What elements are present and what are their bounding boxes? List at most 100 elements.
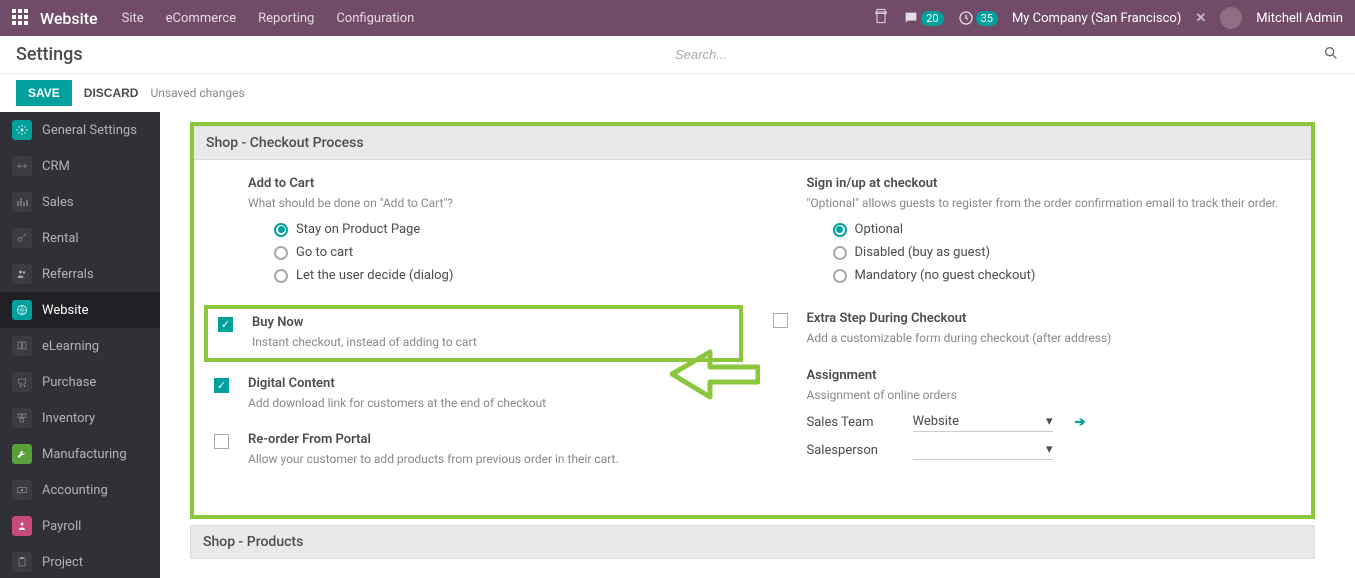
setting-digital: Digital Content Add download link for cu… [214, 376, 733, 412]
sidebar-item-label: eLearning [42, 339, 99, 354]
control-panel: Settings [0, 36, 1355, 74]
setting-title: Assignment [807, 368, 1292, 383]
checkbox-digital[interactable] [214, 378, 229, 393]
boxes-icon [12, 408, 32, 428]
setting-desc: Instant checkout, instead of adding to c… [252, 334, 729, 351]
sidebar-item-label: Inventory [42, 411, 95, 426]
highlighted-buy-now: Buy Now Instant checkout, instead of add… [204, 305, 743, 361]
sidebar-item-sales[interactable]: Sales [0, 184, 160, 220]
chart-icon [12, 192, 32, 212]
nav-menu: Site eCommerce Reporting Configuration [122, 11, 415, 26]
sidebar-item-referrals[interactable]: Referrals [0, 256, 160, 292]
page-title: Settings [16, 44, 83, 65]
sidebar-item-label: Sales [42, 195, 74, 210]
sidebar-item-website[interactable]: Website [0, 292, 160, 328]
sidebar-item-label: Website [42, 303, 89, 318]
setting-desc: Allow your customer to add products from… [248, 451, 733, 468]
radio-optional[interactable]: Optional [833, 222, 1292, 237]
payroll-icon [12, 516, 32, 536]
checkbox-extra-step[interactable] [773, 313, 788, 328]
sales-team-label: Sales Team [807, 415, 897, 430]
user-name[interactable]: Mitchell Admin [1256, 11, 1343, 26]
setting-signin: Sign in/up at checkout "Optional" allows… [773, 176, 1292, 291]
setting-reorder: Re-order From Portal Allow your customer… [214, 432, 733, 468]
radio-gotocart[interactable]: Go to cart [274, 245, 733, 260]
sidebar-item-payroll[interactable]: Payroll [0, 508, 160, 544]
radio-disabled[interactable]: Disabled (buy as guest) [833, 245, 1292, 260]
nav-ecommerce[interactable]: eCommerce [166, 11, 236, 26]
radio-icon [833, 223, 847, 237]
handshake-icon [12, 156, 32, 176]
topbar-right: 20 35 My Company (San Francisco) ✕ Mitch… [873, 7, 1343, 29]
search-input[interactable] [675, 47, 1315, 62]
sidebar-item-purchase[interactable]: Purchase [0, 364, 160, 400]
radio-stay[interactable]: Stay on Product Page [274, 222, 733, 237]
setting-desc: Add download link for customers at the e… [248, 395, 733, 412]
cart-icon [12, 372, 32, 392]
sidebar-item-label: Manufacturing [42, 447, 127, 462]
sidebar-item-manufacturing[interactable]: Manufacturing [0, 436, 160, 472]
sidebar-item-label: Accounting [42, 483, 108, 498]
money-icon [12, 480, 32, 500]
avatar[interactable] [1220, 7, 1242, 29]
settings-sidebar: General Settings CRM Sales Rental Referr… [0, 112, 160, 578]
setting-desc: Assignment of online orders [807, 387, 1292, 404]
action-bar: SAVE DISCARD Unsaved changes [0, 74, 1355, 112]
external-link-icon[interactable]: ➔ [1075, 415, 1086, 430]
sales-team-select[interactable]: Website▾ [913, 412, 1053, 432]
setting-title: Digital Content [248, 376, 733, 391]
section-title-checkout: Shop - Checkout Process [194, 126, 1311, 160]
brand: Website [40, 9, 98, 28]
settings-content: Shop - Checkout Process Add to Cart What… [160, 112, 1355, 578]
sidebar-item-inventory[interactable]: Inventory [0, 400, 160, 436]
salesperson-label: Salesperson [807, 443, 897, 458]
sidebar-item-label: Purchase [42, 375, 96, 390]
sidebar-item-accounting[interactable]: Accounting [0, 472, 160, 508]
save-button[interactable]: SAVE [16, 80, 72, 106]
sidebar-item-general[interactable]: General Settings [0, 112, 160, 148]
chevron-down-icon: ▾ [1046, 414, 1053, 429]
checkbox-reorder[interactable] [214, 434, 229, 449]
nav-configuration[interactable]: Configuration [336, 11, 414, 26]
sidebar-item-rental[interactable]: Rental [0, 220, 160, 256]
salesperson-select[interactable]: ▾ [913, 440, 1053, 460]
discuss-badge: 20 [921, 11, 943, 26]
setting-add-to-cart: Add to Cart What should be done on "Add … [214, 176, 733, 291]
sidebar-item-label: Referrals [42, 267, 94, 282]
nav-reporting[interactable]: Reporting [258, 11, 314, 26]
globe-icon [12, 300, 32, 320]
setting-desc: "Optional" allows guests to register fro… [807, 195, 1292, 212]
checkbox-buy-now[interactable] [218, 317, 233, 332]
radio-icon [274, 269, 288, 283]
gear-icon [12, 120, 32, 140]
nav-site[interactable]: Site [122, 11, 144, 26]
key-icon [12, 228, 32, 248]
radio-mandatory[interactable]: Mandatory (no guest checkout) [833, 268, 1292, 283]
book-icon [12, 336, 32, 356]
setting-extra-step: Extra Step During Checkout Add a customi… [773, 311, 1292, 347]
radio-dialog[interactable]: Let the user decide (dialog) [274, 268, 733, 283]
unsaved-status: Unsaved changes [150, 86, 244, 100]
sidebar-item-label: Payroll [42, 519, 81, 534]
topbar: Website Site eCommerce Reporting Configu… [0, 0, 1355, 36]
sidebar-item-project[interactable]: Project [0, 544, 160, 578]
setting-assignment: Assignment Assignment of online orders S… [773, 368, 1292, 460]
apps-icon[interactable] [12, 9, 30, 27]
search-icon[interactable] [1323, 45, 1339, 65]
discuss-button[interactable]: 20 [903, 10, 943, 26]
setting-title: Re-order From Portal [248, 432, 733, 447]
sidebar-item-elearning[interactable]: eLearning [0, 328, 160, 364]
section-title-products: Shop - Products [190, 525, 1315, 559]
sidebar-item-crm[interactable]: CRM [0, 148, 160, 184]
chevron-down-icon: ▾ [1046, 442, 1053, 457]
radio-icon [833, 246, 847, 260]
setting-title: Sign in/up at checkout [807, 176, 1292, 191]
activity-button[interactable]: 35 [958, 10, 998, 26]
discard-button[interactable]: DISCARD [84, 86, 139, 100]
sidebar-item-label: General Settings [42, 123, 137, 138]
debug-icon[interactable]: ✕ [1195, 11, 1206, 26]
company-switcher[interactable]: My Company (San Francisco) [1012, 11, 1181, 26]
setting-title: Add to Cart [248, 176, 733, 191]
setting-desc: Add a customizable form during checkout … [807, 330, 1292, 347]
phone-icon[interactable] [873, 8, 889, 28]
